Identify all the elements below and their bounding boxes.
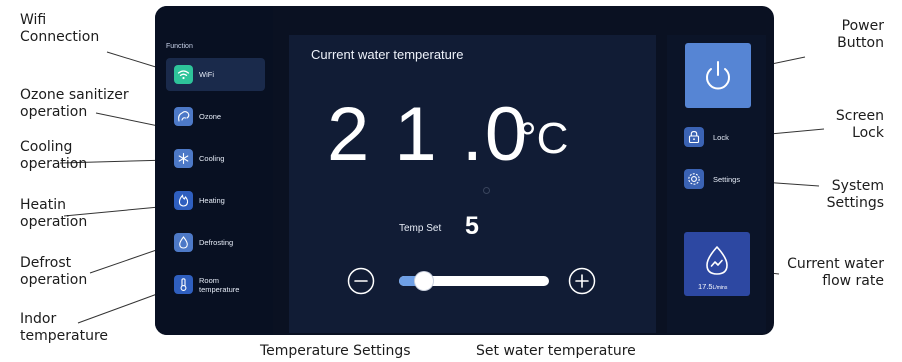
sidebar-title: Function bbox=[166, 43, 193, 50]
sidebar-item-wifi[interactable]: WiFi bbox=[166, 58, 265, 91]
minus-icon bbox=[347, 267, 375, 295]
water-flow-icon bbox=[706, 246, 728, 275]
temperature-unit: °C bbox=[519, 114, 569, 163]
sidebar-item-cooling[interactable]: Cooling bbox=[166, 142, 265, 175]
lock-icon bbox=[684, 127, 704, 147]
device-screen: Function WiFi Ozone Cooling Heating Defr… bbox=[155, 6, 774, 335]
annotation-flow: Current water flow rate bbox=[787, 256, 884, 289]
current-temperature: 2 1 .0 bbox=[327, 92, 530, 177]
ozone-icon bbox=[174, 107, 193, 126]
sidebar-item-room-temperature[interactable]: Room temperature bbox=[166, 268, 265, 301]
annotation-lock: Screen Lock bbox=[835, 108, 884, 141]
control-panel: Lock Settings 17.5L/mins bbox=[667, 35, 766, 333]
slider-thumb[interactable] bbox=[414, 272, 433, 290]
settings-label: Settings bbox=[713, 175, 741, 184]
annotation-temp-settings: Temperature Settings bbox=[260, 343, 411, 359]
sidebar-item-defrosting[interactable]: Defrosting bbox=[166, 226, 265, 259]
snowflake-icon bbox=[174, 149, 193, 168]
decrease-button[interactable] bbox=[347, 267, 375, 295]
flow-rate-value: 17.5L/mins bbox=[698, 282, 728, 291]
annotation-set-temp: Set water temperature bbox=[476, 343, 636, 359]
sidebar-item-label: Ozone bbox=[199, 112, 222, 121]
annotation-defrost: Defrost operation bbox=[20, 255, 88, 288]
sidebar-item-ozone[interactable]: Ozone bbox=[166, 100, 265, 133]
power-icon bbox=[706, 61, 730, 90]
thermometer-icon bbox=[174, 275, 193, 294]
wifi-icon bbox=[174, 65, 193, 84]
settings-button[interactable]: Settings bbox=[684, 169, 764, 191]
annotation-heating: Heatin operation bbox=[20, 197, 88, 230]
annotation-cooling: Cooling operation bbox=[20, 139, 88, 172]
droplet-icon bbox=[174, 233, 193, 252]
annotation-power: Power Button bbox=[837, 18, 884, 51]
temperature-slider[interactable] bbox=[399, 272, 549, 290]
annotation-ozone: Ozone sanitizer operation bbox=[20, 87, 129, 120]
increase-button[interactable] bbox=[568, 267, 596, 295]
gear-icon bbox=[684, 169, 704, 189]
temp-set-label: Temp Set bbox=[399, 223, 442, 234]
temp-set-value: 5 bbox=[465, 212, 479, 240]
lock-label: Lock bbox=[713, 133, 729, 142]
temperature-panel: Current water temperature 2 1 .0 °C Temp… bbox=[289, 35, 656, 333]
sidebar-item-label: WiFi bbox=[199, 70, 214, 79]
function-sidebar: Function WiFi Ozone Cooling Heating Defr… bbox=[155, 6, 273, 335]
plus-icon bbox=[568, 267, 596, 295]
flow-rate-display: 17.5L/mins bbox=[684, 232, 750, 296]
panel-title: Current water temperature bbox=[311, 47, 464, 62]
sidebar-item-label: Room temperature bbox=[199, 276, 240, 294]
annotation-wifi: Wifi Connection bbox=[20, 12, 100, 45]
annotation-settings: System Settings bbox=[826, 178, 884, 211]
annotation-indoor: Indor temperature bbox=[20, 311, 108, 344]
sidebar-item-label: Cooling bbox=[199, 154, 225, 163]
indicator-dot bbox=[483, 187, 490, 194]
sidebar-item-heating[interactable]: Heating bbox=[166, 184, 265, 217]
power-button[interactable] bbox=[685, 43, 751, 108]
lock-button[interactable]: Lock bbox=[684, 127, 764, 149]
sidebar-item-label: Defrosting bbox=[199, 238, 234, 247]
flame-icon bbox=[174, 191, 193, 210]
sidebar-item-label: Heating bbox=[199, 196, 225, 205]
